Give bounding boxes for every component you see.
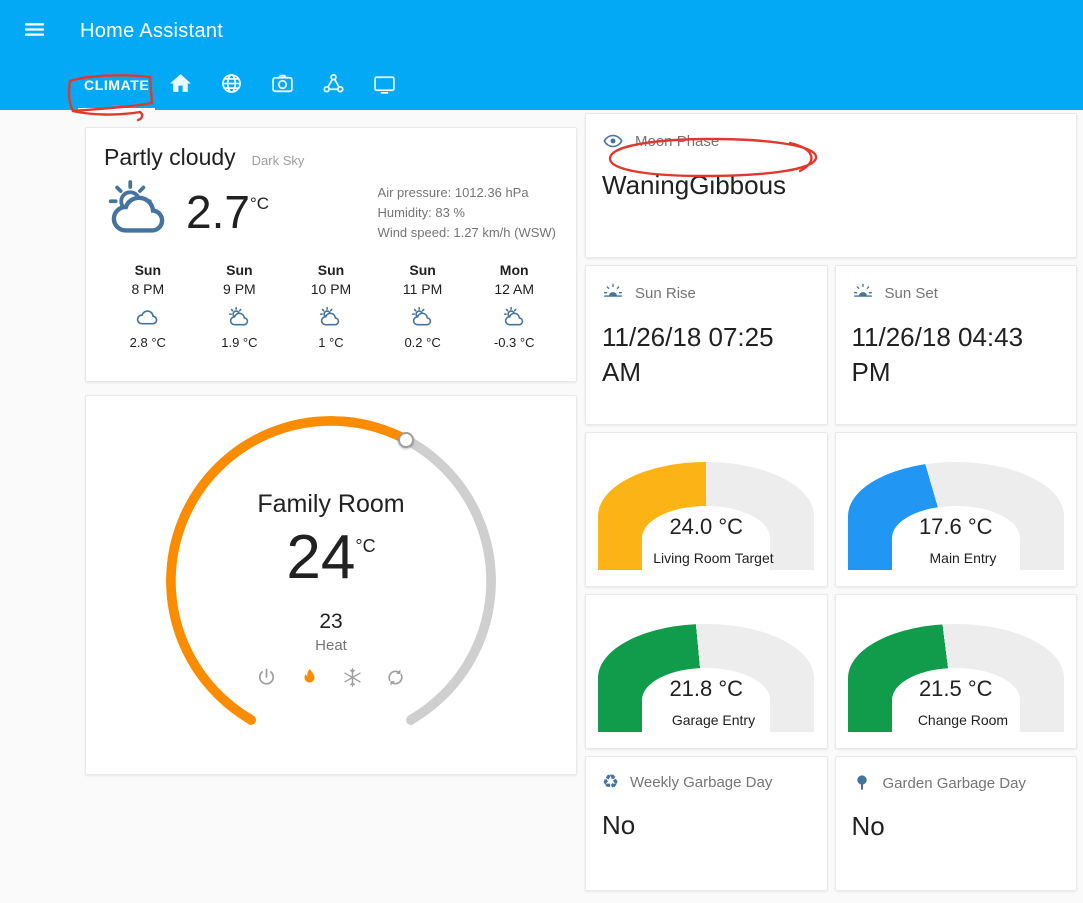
tab-home[interactable] [155, 62, 206, 110]
gauge-value: 21.5 °C [836, 676, 1077, 702]
menu-button[interactable] [22, 17, 47, 45]
weather-header: Partly cloudy Dark Sky [102, 144, 560, 171]
sun-set-card[interactable]: Sun Set 11/26/18 04:43 PM [835, 265, 1078, 425]
thermostat-dial: Family Room 24 °C 23 Heat [166, 416, 496, 746]
earth-icon [219, 71, 244, 101]
thermostat-mode-label: Heat [315, 637, 347, 654]
partly-cloudy-icon [377, 304, 469, 332]
thermostat-card: Family Room 24 °C 23 Heat [85, 395, 577, 775]
right-column: Moon Phase WaningGibbous Sun Rise 11/26/… [585, 110, 1077, 891]
moon-phase-header: Moon Phase [586, 114, 1076, 152]
auto-mode-button[interactable] [384, 666, 407, 694]
tab-climate-label: CLIMATE [84, 77, 149, 93]
gauge-label: Main Entry [850, 550, 1076, 566]
thermostat-current-temp: 24 °C [286, 527, 375, 589]
moon-phase-value: WaningGibbous [586, 152, 1076, 203]
sun-set-label: Sun Set [885, 285, 938, 302]
gauge-value: 21.8 °C [586, 676, 827, 702]
dashboard: Partly cloudy Dark Sky 2.7 °C Air pressu… [0, 110, 1083, 903]
autorenew-icon [384, 666, 407, 694]
garden-garbage-card[interactable]: Garden Garbage Day No [835, 756, 1078, 891]
flame-icon [298, 666, 321, 694]
gauge-value: 17.6 °C [836, 514, 1077, 540]
weather-card[interactable]: Partly cloudy Dark Sky 2.7 °C Air pressu… [85, 127, 577, 382]
sun-row: Sun Rise 11/26/18 07:25 AM Sun Set 11/26… [585, 265, 1077, 425]
temperature-unit: °C [250, 187, 269, 238]
home-assistant-app: Home Assistant CLIMATE [0, 0, 1083, 903]
partly-cloudy-icon [194, 304, 286, 332]
gauge-row-1: 24.0 °C Living Room Target 17.6 °C Main … [585, 432, 1077, 587]
hvac-mode-buttons [255, 666, 407, 694]
tab-map[interactable] [206, 62, 257, 110]
tv-icon [372, 71, 397, 101]
gauge-label: Garage Entry [600, 712, 826, 728]
eye-icon [602, 130, 624, 152]
gauge-value: 24.0 °C [586, 514, 827, 540]
forecast-row: Sun 8 PM 2.8 °C Sun 9 PM 1.9 °C Sun 10 P… [102, 262, 560, 350]
hub-icon [321, 71, 346, 101]
partly-cloudy-icon [104, 175, 174, 250]
gauge-card-main-entry[interactable]: 17.6 °C Main Entry [835, 432, 1078, 587]
weather-attribution: Dark Sky [252, 153, 305, 168]
current-temperature: 2.7 °C [186, 187, 269, 238]
tree-icon [852, 773, 872, 793]
weather-condition: Partly cloudy [104, 144, 236, 171]
recycle-icon: ♻ [602, 773, 619, 792]
app-title: Home Assistant [80, 20, 223, 43]
tab-climate[interactable]: CLIMATE [78, 62, 155, 110]
forecast-item: Sun 8 PM 2.8 °C [102, 262, 194, 350]
weekly-garbage-value: No [586, 792, 827, 843]
forecast-item: Sun 10 PM 1 °C [285, 262, 377, 350]
forecast-item: Mon 12 AM -0.3 °C [468, 262, 560, 350]
sunrise-icon [602, 282, 624, 304]
gauge-card-garage-entry[interactable]: 21.8 °C Garage Entry [585, 594, 828, 749]
garbage-row: ♻ Weekly Garbage Day No Garden Garbage D… [585, 756, 1077, 891]
gauge-card-change-room[interactable]: 21.5 °C Change Room [835, 594, 1078, 749]
air-pressure: Air pressure: 1012.36 hPa [378, 183, 556, 203]
gauge-row-2: 21.8 °C Garage Entry 21.5 °C Change Room [585, 594, 1077, 749]
sun-rise-label: Sun Rise [635, 285, 696, 302]
humidity: Humidity: 83 % [378, 203, 556, 223]
sun-set-value: 11/26/18 04:43 PM [836, 304, 1077, 390]
app-toolbar: Home Assistant [0, 0, 1083, 62]
weekly-garbage-card[interactable]: ♻ Weekly Garbage Day No [585, 756, 828, 891]
heat-mode-button[interactable] [298, 666, 321, 694]
sunset-icon [852, 282, 874, 304]
thermostat-unit: °C [355, 527, 375, 589]
gauge-label: Change Room [850, 712, 1076, 728]
gauge-card-living-room-target[interactable]: 24.0 °C Living Room Target [585, 432, 828, 587]
camera-icon [270, 71, 295, 101]
thermostat-info: Family Room 24 °C 23 Heat [166, 416, 496, 746]
moon-phase-label: Moon Phase [635, 133, 719, 150]
home-icon [168, 71, 193, 101]
hamburger-icon [22, 17, 47, 45]
tab-devices[interactable] [308, 62, 359, 110]
weekly-garbage-label: Weekly Garbage Day [630, 774, 772, 791]
tab-cameras[interactable] [257, 62, 308, 110]
partly-cloudy-icon [468, 304, 560, 332]
weather-details: Air pressure: 1012.36 hPa Humidity: 83 %… [378, 183, 560, 243]
garden-garbage-label: Garden Garbage Day [883, 775, 1026, 792]
forecast-item: Sun 11 PM 0.2 °C [377, 262, 469, 350]
partly-cloudy-icon [285, 304, 377, 332]
cloudy-icon [102, 304, 194, 332]
thermostat-name: Family Room [257, 490, 404, 519]
moon-phase-card[interactable]: Moon Phase WaningGibbous [585, 113, 1077, 258]
forecast-item: Sun 9 PM 1.9 °C [194, 262, 286, 350]
power-button[interactable] [255, 666, 278, 694]
sun-rise-value: 11/26/18 07:25 AM [586, 304, 827, 390]
gauge-label: Living Room Target [600, 550, 826, 566]
app-header: Home Assistant CLIMATE [0, 0, 1083, 110]
snowflake-icon [341, 666, 364, 694]
wind-speed: Wind speed: 1.27 km/h (WSW) [378, 223, 556, 243]
thermostat-target-temp: 23 [319, 610, 342, 634]
left-column: Partly cloudy Dark Sky 2.7 °C Air pressu… [85, 110, 577, 775]
sun-rise-card[interactable]: Sun Rise 11/26/18 07:25 AM [585, 265, 828, 425]
garden-garbage-value: No [836, 793, 1077, 844]
tab-media[interactable] [359, 62, 410, 110]
weather-current: 2.7 °C Air pressure: 1012.36 hPa Humidit… [102, 175, 560, 250]
cool-mode-button[interactable] [341, 666, 364, 694]
view-tabs: CLIMATE [0, 62, 1083, 110]
